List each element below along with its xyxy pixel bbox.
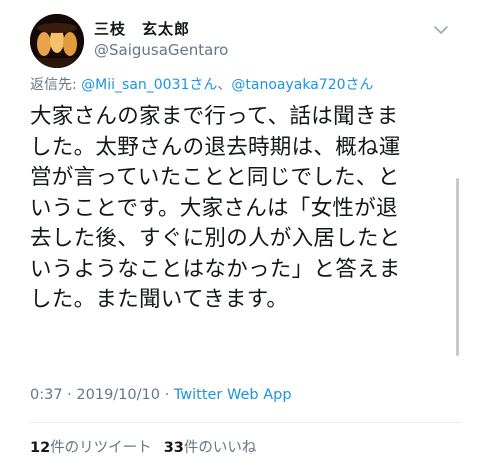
scrollbar[interactable] xyxy=(456,178,459,356)
tweet-timestamp[interactable]: 0:37 · 2019/10/10 · xyxy=(30,387,174,403)
reply-separator: 、 xyxy=(217,77,232,93)
reply-mention-tanoayaka[interactable]: @tanoayaka720さん xyxy=(231,77,373,93)
divider xyxy=(30,422,461,423)
chevron-down-icon[interactable] xyxy=(431,20,451,40)
like-count[interactable]: 33 xyxy=(164,440,184,456)
tweet-stats: 12件のリツイート 33件のいいね xyxy=(30,436,256,457)
user-handle[interactable]: @SaigusaGentaro xyxy=(94,40,228,60)
tweet-card: 三枝 玄太郎 @SaigusaGentaro 返信先: @Mii_san_003… xyxy=(0,0,491,476)
tweet-header: 三枝 玄太郎 @SaigusaGentaro xyxy=(30,14,471,74)
avatar[interactable] xyxy=(30,14,84,68)
tweet-source-app[interactable]: Twitter Web App xyxy=(174,387,292,403)
retweet-count[interactable]: 12 xyxy=(30,440,50,456)
tweet-text: 大家さんの家まで行って、話は聞きま した。太野さんの退去時期は、概ね運 営が言っ… xyxy=(30,104,401,312)
reply-to: 返信先: @Mii_san_0031さん、@tanoayaka720さん xyxy=(30,74,374,94)
user-names: 三枝 玄太郎 @SaigusaGentaro xyxy=(94,20,228,60)
reply-prefix: 返信先: xyxy=(30,77,82,93)
display-name[interactable]: 三枝 玄太郎 xyxy=(94,20,228,38)
tweet-meta: 0:37 · 2019/10/10 · Twitter Web App xyxy=(30,387,292,403)
like-label[interactable]: 件のいいね xyxy=(184,440,257,456)
reply-mention-mii[interactable]: @Mii_san_0031さん xyxy=(81,77,217,93)
retweet-label[interactable]: 件のリツイート xyxy=(50,440,152,456)
